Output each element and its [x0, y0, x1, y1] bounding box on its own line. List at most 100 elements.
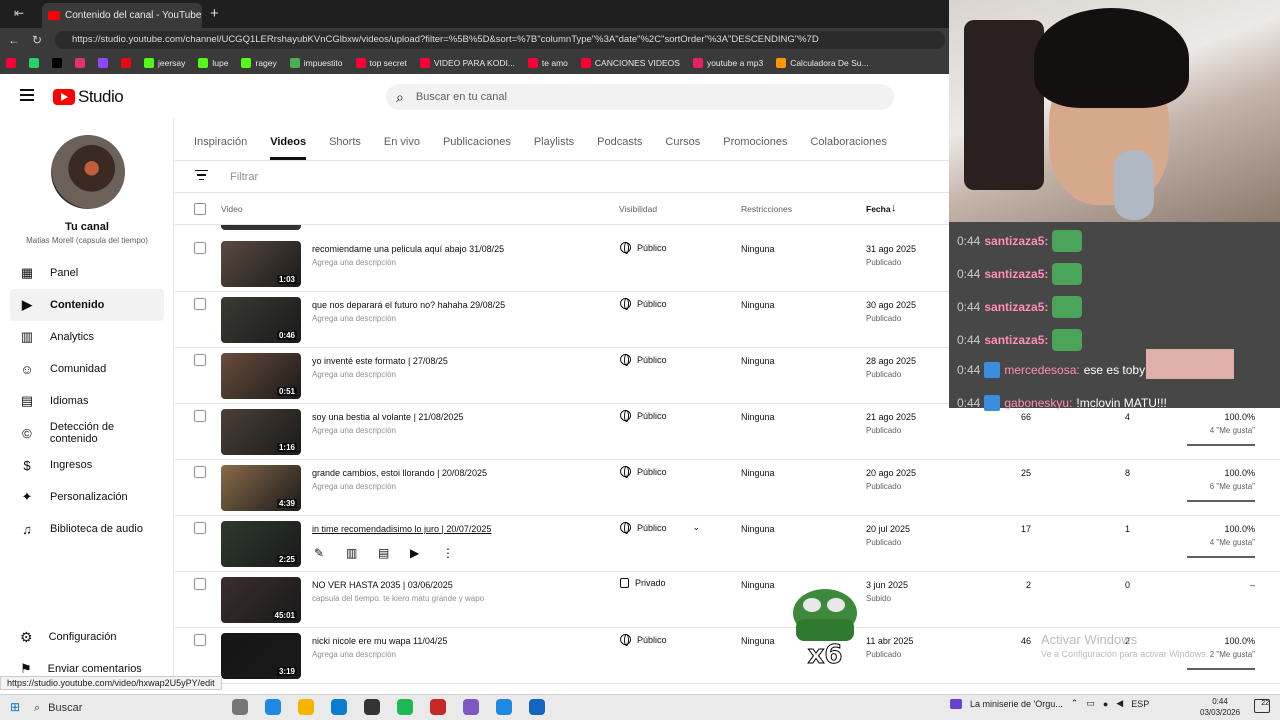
visibility-cell[interactable]: Público ⌄ — [620, 522, 701, 534]
sidebar-item-analytics[interactable]: ▥ Analytics — [10, 321, 164, 353]
video-thumbnail[interactable]: 1:03 — [221, 241, 301, 287]
video-thumbnail[interactable]: 0:51 — [221, 353, 301, 399]
windows-start-icon[interactable]: ⊞ — [10, 700, 20, 714]
url-field[interactable]: https://studio.youtube.com/channel/UCGQ1… — [55, 31, 945, 49]
sidebar-item-contenido[interactable]: ▶ Contenido — [10, 289, 164, 321]
video-thumbnail[interactable]: 45:01 — [221, 577, 301, 623]
video-title[interactable]: yo inventé este formato | 27/08/25 — [312, 356, 448, 366]
bookmark-8[interactable]: ragey — [241, 58, 277, 68]
video-thumbnail[interactable]: 3:19 — [221, 633, 301, 679]
new-tab-icon[interactable]: + — [210, 5, 219, 22]
row-checkbox[interactable] — [194, 242, 206, 254]
sort-arrow-icon[interactable]: ↓ — [891, 202, 897, 214]
column-visibility[interactable]: Visibilidad — [619, 204, 657, 214]
bookmark-12[interactable]: te amo — [527, 58, 568, 68]
steam-icon[interactable] — [529, 699, 545, 715]
tab-inspiraci-n[interactable]: Inspiración — [194, 136, 247, 160]
bookmark-0[interactable] — [6, 58, 16, 68]
video-thumbnail[interactable]: 4:39 — [221, 465, 301, 511]
discord-icon[interactable] — [463, 699, 479, 715]
sidebar-toggle-icon[interactable]: ⇤ — [14, 6, 24, 20]
video-title[interactable]: NO VER HASTA 2035 | 03/06/2025 — [312, 580, 453, 590]
filter-icon[interactable] — [195, 169, 208, 184]
visibility-cell[interactable]: Público — [620, 298, 667, 310]
edge-icon[interactable] — [496, 699, 512, 715]
mic-icon[interactable]: ● — [1103, 699, 1108, 709]
sidebar-item-detecci-n-de-contenido[interactable]: © Detección de contenido — [10, 417, 164, 449]
video-thumbnail[interactable]: 2:25 — [221, 521, 301, 567]
browser-tab-active[interactable]: Contenido del canal - YouTube Studio ✕ — [42, 3, 202, 28]
bookmark-11[interactable]: VIDEO PARA KODI... — [419, 58, 515, 68]
column-restrictions[interactable]: Restricciones — [741, 204, 792, 214]
tab-videos[interactable]: Videos — [270, 136, 307, 160]
back-icon[interactable]: ← — [8, 33, 20, 47]
taskbar-clock[interactable]: 0:44 03/03/2026 — [1200, 696, 1240, 718]
table-row[interactable]: 4:39 grande cambios, estoi llorando | 20… — [175, 460, 1280, 516]
column-date[interactable]: Fecha — [866, 204, 891, 214]
sidebar-item-biblioteca-de-audio[interactable]: ♫ Biblioteca de audio — [10, 513, 164, 545]
news-icon[interactable] — [950, 698, 962, 709]
tab-cursos[interactable]: Cursos — [665, 136, 700, 160]
visibility-cell[interactable]: Público — [620, 410, 667, 422]
visibility-cell[interactable]: Público — [620, 466, 667, 478]
bookmark-5[interactable] — [121, 58, 131, 68]
filter-input[interactable]: Filtrar — [230, 171, 258, 183]
language-indicator[interactable]: ESP — [1131, 699, 1149, 709]
bookmark-14[interactable]: youtube a mp3 — [692, 58, 763, 68]
tab-podcasts[interactable]: Podcasts — [597, 136, 642, 160]
bookmark-1[interactable] — [29, 58, 39, 68]
sidebar-item-ingresos[interactable]: $ Ingresos — [10, 449, 164, 481]
table-row[interactable]: 45:01 NO VER HASTA 2035 | 03/06/2025 caps… — [175, 572, 1280, 628]
video-title[interactable]: que nos deparará el futuro no? hahaha 29… — [312, 300, 505, 310]
chevron-up-icon[interactable]: ⌃ — [1071, 698, 1079, 709]
spotify-icon[interactable] — [397, 699, 413, 715]
tab-publicaciones[interactable]: Publicaciones — [443, 136, 511, 160]
sidebar-item-panel[interactable]: ▦ Panel — [10, 257, 164, 289]
video-thumbnail[interactable]: 1:16 — [221, 409, 301, 455]
edit-icon[interactable]: ✎ — [314, 546, 328, 560]
browser-icon[interactable] — [331, 699, 347, 715]
obs-icon[interactable] — [364, 699, 380, 715]
file-explorer-icon[interactable] — [298, 699, 314, 715]
video-title[interactable]: soy una bestia al volante | 21/08/2025 — [312, 412, 463, 422]
app-icon[interactable] — [430, 699, 446, 715]
sidebar-item-idiomas[interactable]: ▤ Idiomas — [10, 385, 164, 417]
tab-colaboraciones[interactable]: Colaboraciones — [810, 136, 886, 160]
studio-logo[interactable]: Studio — [53, 87, 124, 107]
volume-icon[interactable]: ◀ — [1116, 698, 1123, 709]
edge-icon[interactable] — [265, 699, 281, 715]
bookmark-2[interactable] — [52, 58, 62, 68]
row-checkbox[interactable] — [194, 354, 206, 366]
video-title[interactable]: grande cambios, estoi llorando | 20/08/2… — [312, 468, 487, 478]
comments-icon[interactable]: ▤ — [378, 546, 392, 560]
news-ticker[interactable]: La miniserie de 'Orgu... — [970, 699, 1063, 709]
row-checkbox[interactable] — [194, 578, 206, 590]
chevron-down-icon[interactable]: ⌄ — [693, 522, 701, 533]
search-input[interactable]: Buscar en tu canal — [416, 91, 507, 103]
sidebar-item-personalizaci-n[interactable]: ✦ Personalización — [10, 481, 164, 513]
bookmark-13[interactable]: CANCIONES VIDEOS — [580, 58, 680, 68]
menu-icon[interactable] — [20, 89, 34, 104]
row-checkbox[interactable] — [194, 298, 206, 310]
row-checkbox[interactable] — [194, 634, 206, 646]
bookmark-7[interactable]: lupe — [198, 58, 228, 68]
visibility-cell[interactable]: Privado — [620, 578, 666, 588]
table-row[interactable]: 1:16 soy una bestia al volante | 21/08/2… — [175, 404, 1280, 460]
bookmark-15[interactable]: Calculadora De Su... — [776, 58, 869, 68]
visibility-cell[interactable]: Público — [620, 242, 667, 254]
search-bar[interactable]: ⌕ Buscar en tu canal — [386, 84, 894, 110]
row-checkbox[interactable] — [194, 466, 206, 478]
visibility-cell[interactable]: Público — [620, 634, 667, 646]
sidebar-item-comunidad[interactable]: ☺ Comunidad — [10, 353, 164, 385]
tab-shorts[interactable]: Shorts — [329, 136, 361, 160]
task-view-icon[interactable] — [232, 699, 248, 715]
taskbar-search[interactable]: ⌕ Buscar — [34, 699, 209, 717]
bookmark-6[interactable]: jeersay — [144, 58, 185, 68]
video-title[interactable]: nicki nicole ere mu wapa 11/04/25 — [312, 636, 447, 646]
youtube-icon[interactable]: ▶ — [410, 546, 424, 560]
tab-playlists[interactable]: Playlists — [534, 136, 574, 160]
notification-badge[interactable]: 22 — [1254, 699, 1270, 713]
visibility-cell[interactable]: Público — [620, 354, 667, 366]
filter-bar[interactable]: Filtrar — [175, 161, 950, 193]
reload-icon[interactable]: ↻ — [32, 33, 42, 47]
